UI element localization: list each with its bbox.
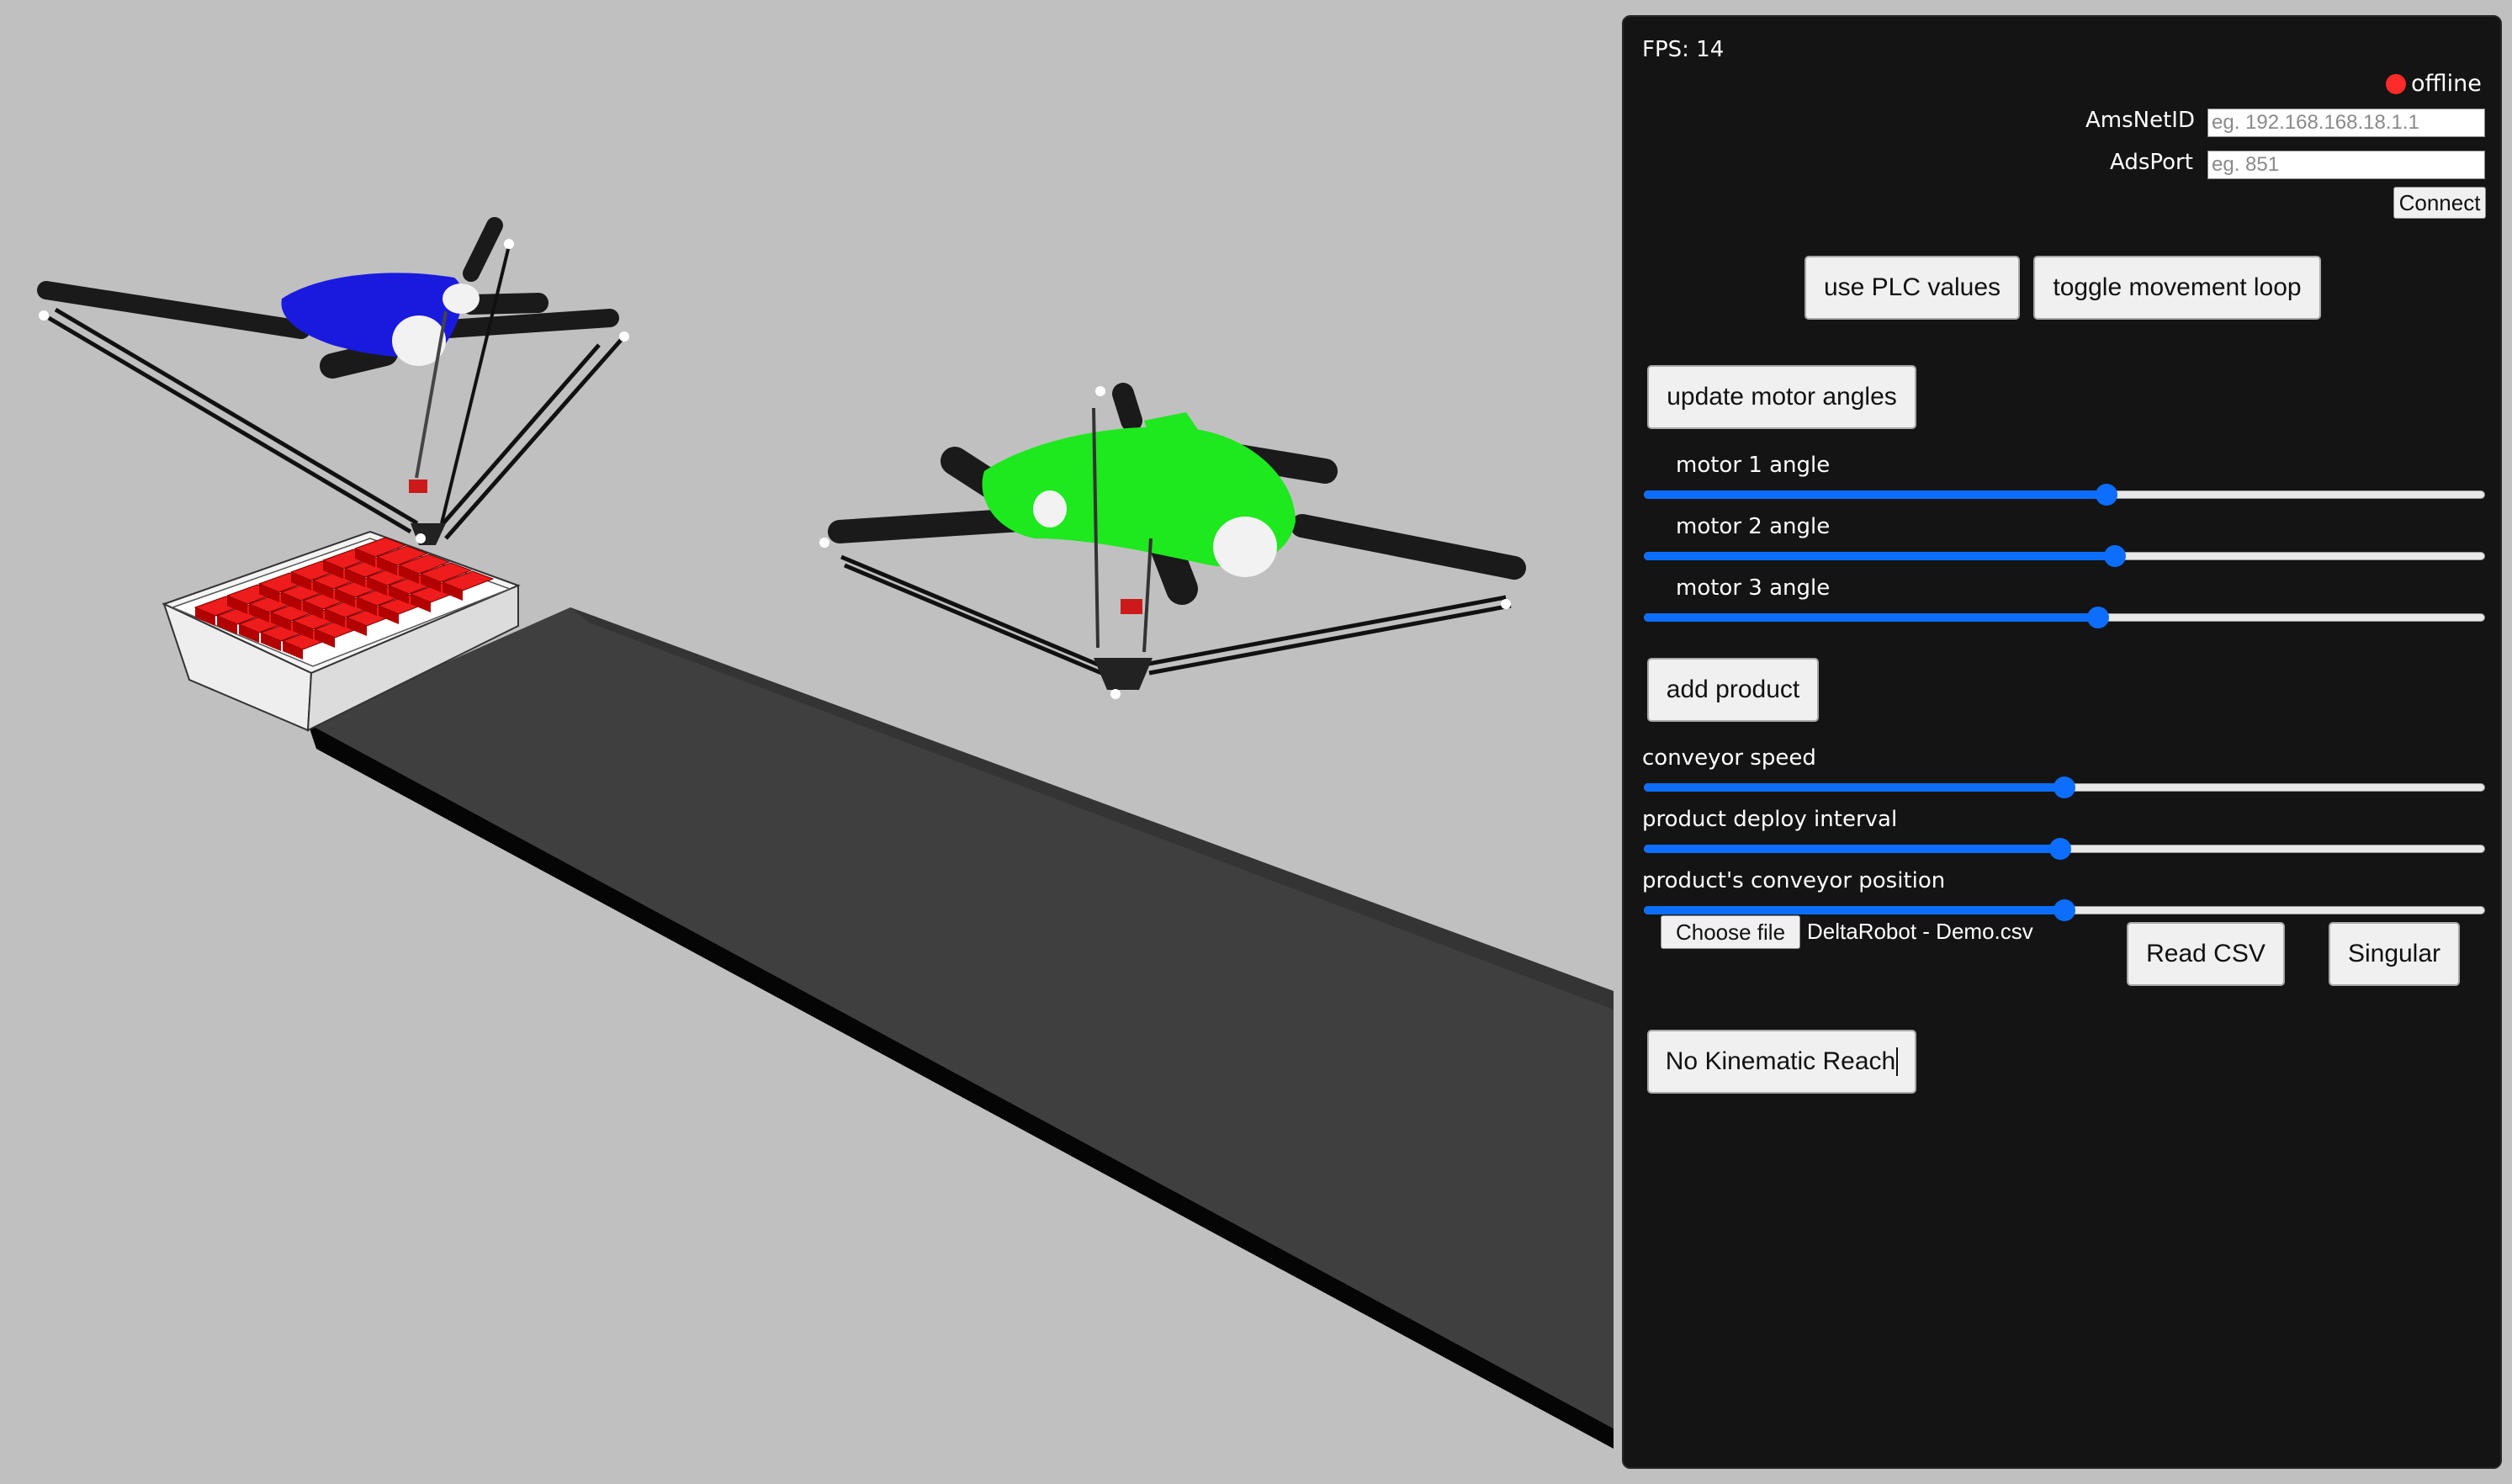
motor-3-angle-label: motor 3 angle bbox=[1676, 575, 1831, 601]
toggle-movement-loop-button[interactable]: toggle movement loop bbox=[2033, 256, 2321, 320]
status-indicator-icon bbox=[2386, 74, 2406, 94]
status-text: offline bbox=[2411, 71, 2482, 97]
slider-fill bbox=[1644, 552, 2115, 560]
adsport-label: AdsPort bbox=[2110, 150, 2193, 175]
motor-1-angle-slider[interactable] bbox=[1644, 481, 2485, 506]
read-csv-button[interactable]: Read CSV bbox=[2127, 922, 2285, 986]
amsnetid-input[interactable] bbox=[2207, 109, 2485, 137]
slider-thumb[interactable] bbox=[2054, 776, 2075, 798]
motor-1-angle-label: motor 1 angle bbox=[1676, 453, 1831, 478]
slider-fill bbox=[1644, 490, 2107, 499]
no-kinematic-reach-button[interactable]: No Kinematic Reach bbox=[1647, 1030, 1916, 1094]
fps-counter: FPS: 14 bbox=[1642, 37, 1725, 62]
choose-file-button[interactable]: Choose file bbox=[1661, 915, 1800, 949]
slider-thumb[interactable] bbox=[2104, 545, 2126, 567]
no-kinematic-reach-label: No Kinematic Reach bbox=[1665, 1047, 1896, 1075]
add-product-button[interactable]: add product bbox=[1647, 658, 1819, 722]
slider-fill bbox=[1644, 613, 2098, 622]
text-cursor bbox=[1896, 1047, 1899, 1076]
slider-thumb[interactable] bbox=[2087, 607, 2109, 628]
singular-button[interactable]: Singular bbox=[2329, 922, 2460, 986]
amsnetid-label: AmsNetID bbox=[2085, 108, 2195, 133]
slider-fill bbox=[1644, 845, 2060, 853]
motor-2-angle-slider[interactable] bbox=[1644, 543, 2485, 568]
conveyor-speed-slider[interactable] bbox=[1644, 774, 2485, 799]
update-motor-angles-button[interactable]: update motor angles bbox=[1647, 365, 1916, 429]
slider-thumb[interactable] bbox=[2054, 899, 2075, 921]
slider-fill bbox=[1644, 906, 2064, 914]
conveyor-speed-label: conveyor speed bbox=[1642, 745, 1816, 771]
slider-fill bbox=[1644, 783, 2064, 792]
adsport-input[interactable] bbox=[2207, 151, 2485, 179]
motor-2-angle-label: motor 2 angle bbox=[1676, 514, 1831, 539]
use-plc-values-button[interactable]: use PLC values bbox=[1805, 256, 2020, 320]
control-panel: FPS: 14 offline AmsNetID AdsPort Connect… bbox=[1622, 15, 2502, 1469]
product-deploy-interval-label: product deploy interval bbox=[1642, 807, 1898, 832]
motor-3-angle-slider[interactable] bbox=[1644, 604, 2485, 629]
product-deploy-interval-slider[interactable] bbox=[1644, 835, 2485, 861]
product-conveyor-position-label: product's conveyor position bbox=[1642, 868, 1946, 893]
connect-button[interactable]: Connect bbox=[2393, 187, 2486, 219]
selected-filename: DeltaRobot - Demo.csv bbox=[1807, 919, 2033, 944]
slider-thumb[interactable] bbox=[2096, 484, 2117, 506]
slider-thumb[interactable] bbox=[2049, 838, 2071, 860]
